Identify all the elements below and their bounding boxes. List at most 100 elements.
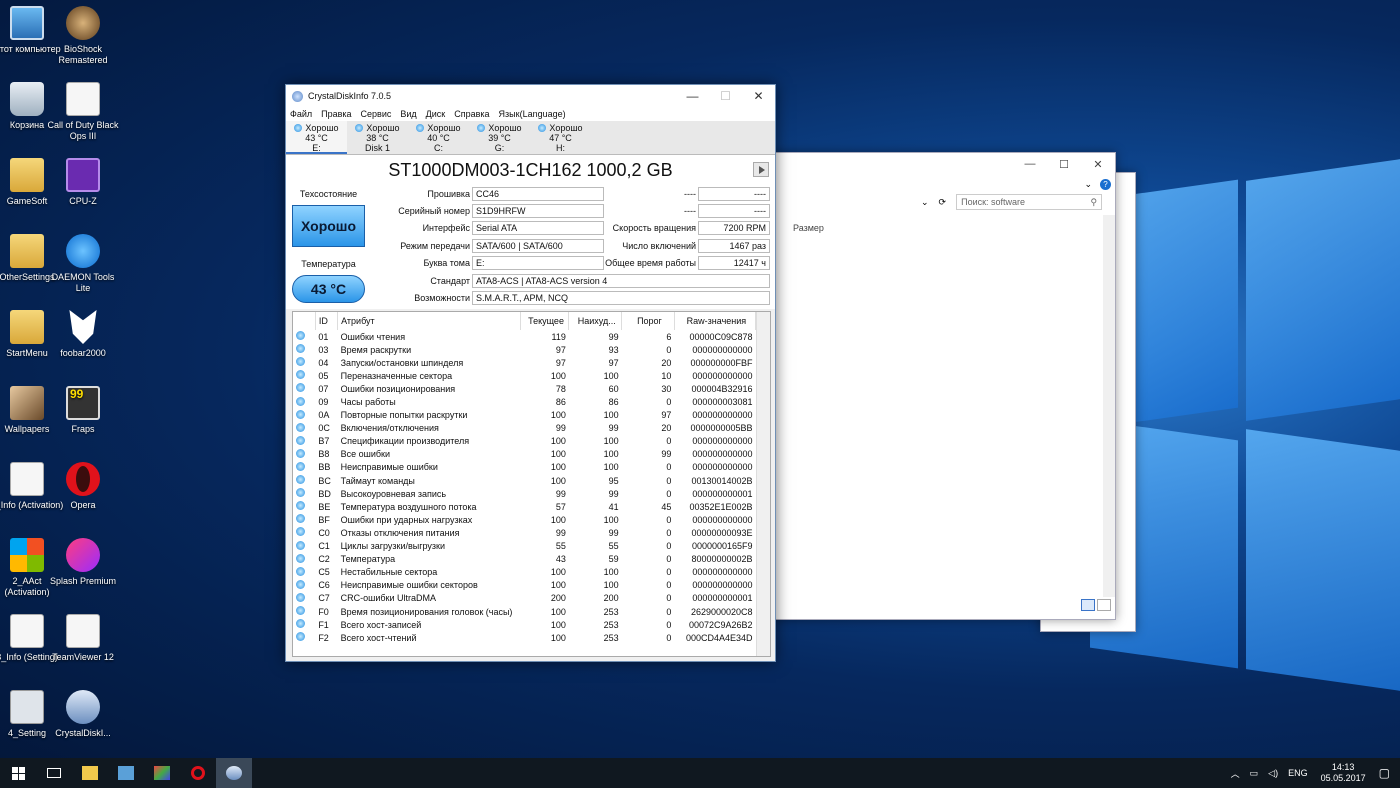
- smart-header-cell[interactable]: Атрибут: [337, 312, 521, 330]
- disk-tab[interactable]: Хорошо 38 °C Disk 1: [347, 121, 408, 154]
- chevron-down-icon[interactable]: ⌄: [1084, 179, 1092, 190]
- smart-row[interactable]: 01 Ошибки чтения 119 99 6 00000C09C878: [293, 330, 756, 343]
- smart-row[interactable]: C7 CRC-ошибки UltraDMA 200 200 0 000000000001: [293, 592, 756, 605]
- smart-row[interactable]: C6 Неисправимые ошибки секторов 100 100 0 000…: [293, 579, 756, 592]
- menu-item[interactable]: Диск: [426, 109, 446, 119]
- smart-row[interactable]: B7 Спецификации производителя 100 100 0 00000…: [293, 435, 756, 448]
- disk-tab[interactable]: Хорошо 43 °C E:: [286, 121, 347, 154]
- smart-table-panel[interactable]: ID Атрибут Текущее Наихуд... Порог Raw-значен…: [292, 311, 771, 657]
- smart-scrollbar[interactable]: [756, 312, 770, 656]
- smart-row[interactable]: 05 Переназначенные сектора 100 100 10 0000000…: [293, 369, 756, 382]
- minimize-button[interactable]: —: [676, 89, 709, 103]
- desktop-icon-fraps[interactable]: 99 Fraps: [45, 386, 121, 435]
- power-count-label: Число включений: [622, 241, 696, 251]
- close-button[interactable]: ✕: [742, 89, 775, 103]
- column-size-header[interactable]: Размер: [793, 223, 824, 233]
- smart-cell: 05: [318, 370, 329, 381]
- maximize-icon[interactable]: ☐: [1047, 158, 1081, 171]
- smart-row[interactable]: B8 Все ошибки 100 100 99 000000000000: [293, 448, 756, 461]
- minimize-icon[interactable]: —: [1013, 158, 1047, 170]
- smart-cell: C1: [318, 541, 330, 552]
- disk-tab[interactable]: Хорошо 39 °C G:: [469, 121, 530, 154]
- clock[interactable]: 14:13 05.05.2017: [1321, 762, 1366, 784]
- desktop-icon-foobar2000[interactable]: foobar2000: [45, 310, 121, 359]
- smart-header-cell[interactable]: ID: [315, 312, 339, 330]
- tiles-view-icon[interactable]: [1097, 599, 1111, 611]
- next-disk-button[interactable]: [753, 162, 769, 177]
- desktop-icon-crystaldiskinfo[interactable]: CrystalDiskI...: [45, 690, 121, 739]
- maximize-button[interactable]: ☐: [709, 89, 742, 103]
- smart-cell: Часы работы: [340, 397, 396, 408]
- desktop-icon-teamviewer[interactable]: TeamViewer 12: [45, 614, 121, 663]
- smart-cell: 0C: [318, 423, 330, 434]
- menu-item[interactable]: Файл: [290, 109, 312, 119]
- desktop-icon-opera[interactable]: Opera: [45, 462, 121, 511]
- smart-cell: 55: [608, 541, 619, 552]
- desktop-icon-cpu-z[interactable]: CPU-Z: [45, 158, 121, 207]
- menu-item[interactable]: Вид: [400, 109, 416, 119]
- disk-tab[interactable]: Хорошо 40 °C C:: [408, 121, 469, 154]
- explorer-window[interactable]: — ☐ ✕ ⌄ ? ⌄ ⟳ Поиск: software ⚲ Размер: [770, 152, 1116, 620]
- desktop-icon-bioshock[interactable]: BioShock Remastered: [45, 6, 121, 66]
- menu-item[interactable]: Сервис: [361, 109, 392, 119]
- smart-row[interactable]: 07 Ошибки позиционирования 78 60 30 000004B32…: [293, 382, 756, 395]
- menu-item[interactable]: Язык(Language): [499, 109, 566, 119]
- smart-row[interactable]: BF Ошибки при ударных нагрузках 100 100 0 000…: [293, 513, 756, 526]
- smart-row[interactable]: BB Неисправимые ошибки 100 100 0 000000000000: [293, 461, 756, 474]
- smart-cell: 100: [550, 567, 566, 578]
- interface-value: Serial ATA: [472, 221, 604, 235]
- close-icon[interactable]: ✕: [1081, 158, 1115, 171]
- smart-row[interactable]: 04 Запуски/остановки шпинделя 97 97 20 000000…: [293, 356, 756, 369]
- taskbar-explorer[interactable]: [72, 758, 108, 788]
- disk-tab[interactable]: Хорошо 47 °C H:: [530, 121, 591, 154]
- taskbar-opera[interactable]: [180, 758, 216, 788]
- start-button[interactable]: [0, 758, 36, 788]
- smart-row[interactable]: 0A Повторные попытки раскрутки 100 100 97 000…: [293, 409, 756, 422]
- details-view-icon[interactable]: [1081, 599, 1095, 611]
- smart-cell: 86: [555, 397, 566, 408]
- explorer-scrollbar[interactable]: [1103, 215, 1115, 597]
- smart-cell: 0: [666, 606, 672, 617]
- language-indicator[interactable]: ENG: [1288, 768, 1308, 778]
- taskbar-app-3[interactable]: [144, 758, 180, 788]
- task-view-button[interactable]: [36, 758, 72, 788]
- health-status-button[interactable]: Хорошо: [292, 205, 365, 247]
- smart-row[interactable]: C0 Отказы отключения питания 99 99 0 00000000…: [293, 526, 756, 539]
- smart-row[interactable]: F2 Всего хост-чтений 100 253 0 000CD4A4E34D: [293, 631, 756, 644]
- explorer-search-input[interactable]: Поиск: software ⚲: [956, 194, 1103, 210]
- refresh-icon[interactable]: ⟳: [939, 197, 947, 208]
- health-label: Техсостояние: [299, 189, 358, 199]
- smart-row[interactable]: BE Температура воздушного потока 57 41 45 003…: [293, 500, 756, 513]
- taskbar-app-2[interactable]: [108, 758, 144, 788]
- tray-expand-icon[interactable]: ︿: [1231, 767, 1240, 780]
- desktop-icon-call-of-duty[interactable]: Call of Duty Black Ops III: [45, 82, 121, 142]
- smart-header-cell[interactable]: Порог: [621, 312, 675, 330]
- volume-icon[interactable]: ◁): [1268, 768, 1278, 779]
- disk-status-row: Хорошо: [530, 123, 591, 133]
- desktop-icon-daemon-tools[interactable]: DAEMON Tools Lite: [45, 234, 121, 294]
- smart-row[interactable]: F0 Время позиционирования головок (часы) 1…: [293, 605, 756, 618]
- smart-row[interactable]: F1 Всего хост-записей 100 253 0 00072C9A26B2: [293, 618, 756, 631]
- smart-row[interactable]: 09 Часы работы 86 86 0 000000003081: [293, 395, 756, 408]
- smart-row[interactable]: C5 Нестабильные сектора 100 100 0 00000000000…: [293, 566, 756, 579]
- help-icon[interactable]: ?: [1100, 178, 1111, 190]
- smart-row[interactable]: BC Таймаут команды 100 95 0 00130014002B: [293, 474, 756, 487]
- crystaldiskinfo-icon: [66, 690, 100, 724]
- menu-item[interactable]: Справка: [454, 109, 489, 119]
- smart-row[interactable]: 0C Включения/отключения 99 99 20 0000000005BB: [293, 422, 756, 435]
- address-dropdown-icon[interactable]: ⌄: [921, 197, 929, 208]
- menu-item[interactable]: Правка: [321, 109, 351, 119]
- desktop-icon-splash[interactable]: Splash Premium: [45, 538, 121, 587]
- smart-header-cell[interactable]: Текущее: [520, 312, 570, 330]
- smart-row[interactable]: 03 Время раскрутки 97 93 0 000000000000: [293, 343, 756, 356]
- smart-row[interactable]: C1 Циклы загрузки/выгрузки 55 55 0 0000000165…: [293, 540, 756, 553]
- notifications-icon[interactable]: ▢: [1379, 766, 1390, 780]
- smart-cell: 2629000020C8: [690, 606, 753, 617]
- smart-header-cell[interactable]: Raw-значения: [674, 312, 757, 330]
- smart-header-cell[interactable]: Наихуд...: [568, 312, 623, 330]
- taskbar-crystaldiskinfo[interactable]: [216, 758, 252, 788]
- network-icon[interactable]: ▭: [1250, 768, 1259, 779]
- smart-row[interactable]: C2 Температура 43 59 0 80000000002B: [293, 553, 756, 566]
- smart-row[interactable]: BD Высокоуровневая запись 99 99 0 00000000000…: [293, 487, 756, 500]
- temperature-button[interactable]: 43 °C: [292, 275, 365, 303]
